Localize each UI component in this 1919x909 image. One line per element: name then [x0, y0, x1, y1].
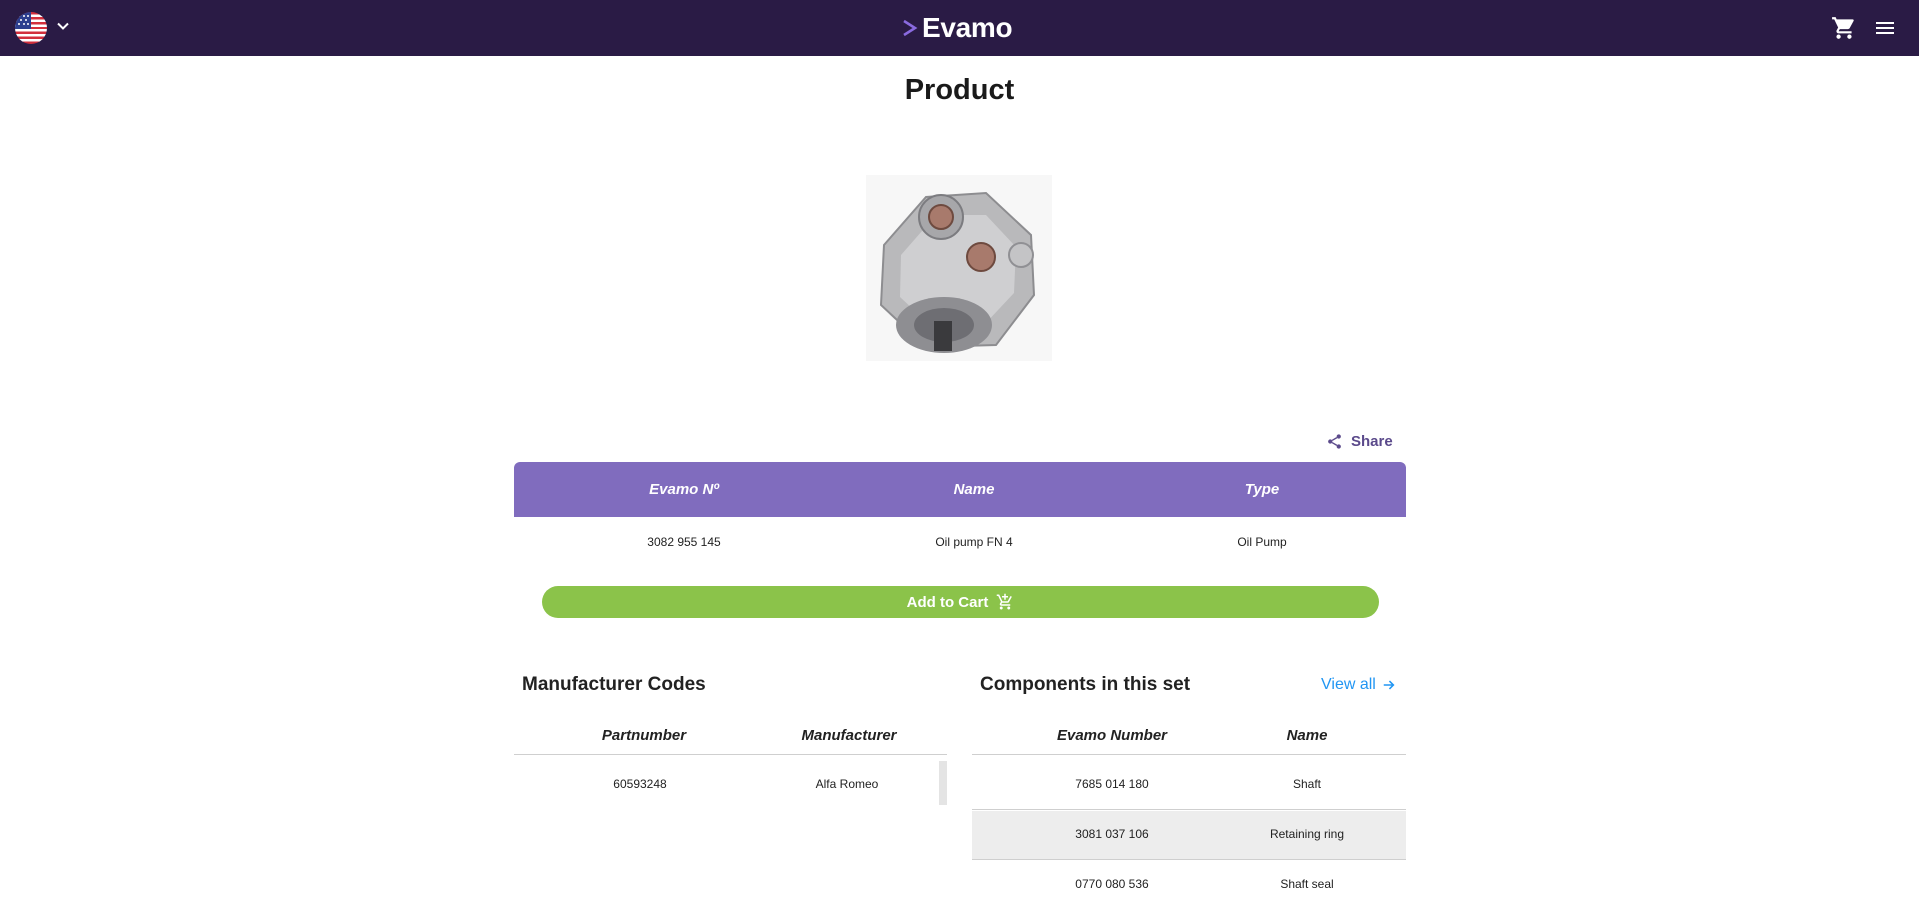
manufacturer-codes-title: Manufacturer Codes — [522, 674, 706, 695]
manufacturer-cell: Alfa Romeo — [815, 777, 879, 791]
column-header-partnumber: Partnumber — [601, 727, 687, 744]
product-table-row: 3082 955 145 Oil pump FN 4 Oil Pump — [514, 519, 1406, 565]
column-header-evamo-no: Evamo Nº — [649, 481, 719, 498]
partnumber-cell: 60593248 — [613, 777, 667, 791]
flag-canton — [15, 12, 31, 29]
arrow-right-icon — [1383, 680, 1395, 690]
logo-chevron-icon — [903, 19, 918, 37]
product-evamo-no: 3082 955 145 — [647, 535, 721, 549]
top-navigation-bar: Evamo — [0, 0, 1919, 56]
table-scrollbar[interactable] — [939, 761, 947, 805]
evamo-number-cell: 7685 014 180 — [1075, 777, 1149, 791]
column-header-manufacturer: Manufacturer — [801, 727, 897, 744]
shopping-cart-icon[interactable] — [1831, 15, 1857, 41]
column-header-name: Name — [953, 481, 995, 498]
chevron-down-icon[interactable] — [55, 18, 71, 34]
us-flag-icon[interactable] — [15, 12, 47, 44]
product-type: Oil Pump — [1237, 535, 1287, 549]
components-table-header: Evamo Number Name — [972, 719, 1406, 755]
share-button[interactable]: Share — [1326, 430, 1393, 452]
manufacturer-table-header: Partnumber Manufacturer — [514, 719, 947, 755]
evamo-number-cell: 3081 037 106 — [1075, 827, 1149, 841]
share-label: Share — [1351, 432, 1393, 450]
table-row[interactable]: 0770 080 536 Shaft seal — [972, 861, 1406, 909]
add-to-cart-button[interactable]: Add to Cart — [542, 586, 1379, 618]
table-row[interactable]: 3081 037 106 Retaining ring — [972, 811, 1406, 860]
product-name: Oil pump FN 4 — [935, 535, 1013, 549]
component-name-cell: Shaft seal — [1280, 877, 1334, 891]
column-header-name: Name — [1286, 727, 1328, 744]
column-header-type: Type — [1244, 481, 1280, 498]
add-to-cart-label: Add to Cart — [906, 593, 989, 611]
view-all-label: View all — [1321, 676, 1376, 693]
table-row: 60593248 Alfa Romeo — [514, 761, 939, 805]
share-icon — [1328, 433, 1341, 449]
components-title: Components in this set — [980, 674, 1191, 695]
product-table-header: Evamo Nº Name Type — [514, 462, 1406, 517]
page-title: Product — [904, 74, 1015, 106]
product-image[interactable] — [866, 175, 1052, 361]
component-name-cell: Shaft — [1292, 777, 1322, 791]
evamo-number-cell: 0770 080 536 — [1075, 877, 1149, 891]
evamo-logo[interactable]: Evamo — [900, 10, 1013, 46]
view-all-link[interactable]: View all — [1321, 676, 1396, 694]
add-shopping-cart-icon — [997, 593, 1013, 610]
table-row[interactable]: 7685 014 180 Shaft — [972, 761, 1406, 810]
brand-name: Evamo — [922, 12, 1013, 43]
column-header-evamo-number: Evamo Number — [1056, 727, 1168, 744]
component-name-cell: Retaining ring — [1269, 827, 1345, 841]
hamburger-menu-icon[interactable] — [1873, 16, 1897, 40]
